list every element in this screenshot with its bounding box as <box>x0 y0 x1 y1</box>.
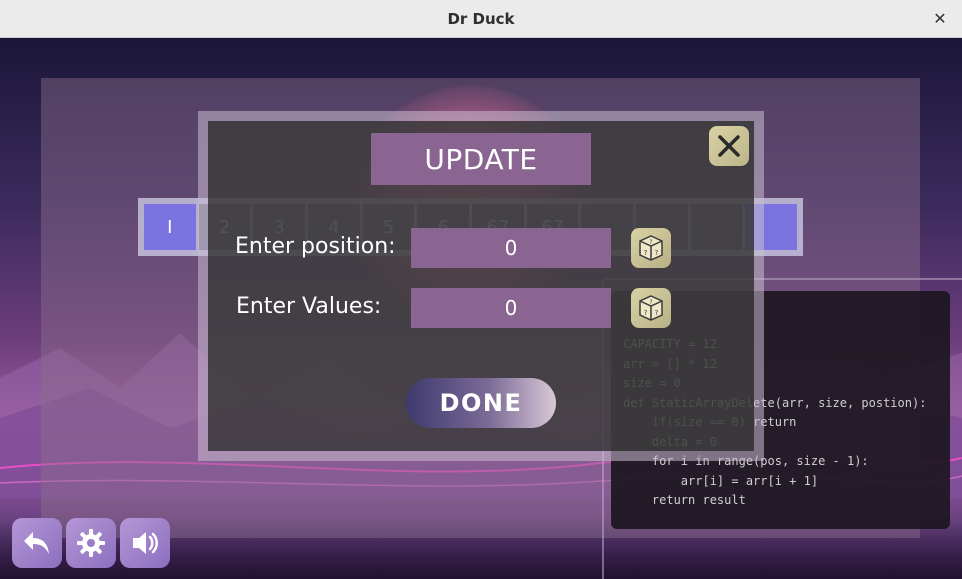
values-input[interactable]: 0 <box>411 288 611 328</box>
gear-icon <box>77 529 105 557</box>
sound-button[interactable] <box>120 518 170 568</box>
code-line: arr[i] = arr[i + 1] <box>623 473 819 488</box>
back-arrow-icon <box>24 532 49 554</box>
dialog-title: UPDATE <box>371 133 591 185</box>
dice-icon: ? ? ? <box>639 235 663 261</box>
code-line: return result <box>623 493 746 507</box>
array-cell[interactable]: I <box>144 204 196 250</box>
svg-text:?: ? <box>644 309 648 317</box>
dice-icon: ? ? ? <box>639 295 663 321</box>
position-input[interactable]: 0 <box>411 228 611 268</box>
window-close-button[interactable]: ✕ <box>930 9 950 29</box>
speaker-icon <box>133 532 158 554</box>
random-position-button[interactable]: ? ? ? <box>631 228 671 268</box>
values-label: Enter Values: <box>236 294 382 319</box>
back-button[interactable] <box>12 518 62 568</box>
window-title: Dr Duck <box>447 9 515 28</box>
random-values-button[interactable]: ? ? ? <box>631 288 671 328</box>
done-button[interactable]: DONE <box>406 378 556 428</box>
position-label: Enter position: <box>235 234 396 259</box>
svg-text:?: ? <box>649 239 652 246</box>
game-scene: I 2 3 4 5 6 67 67 CAPACITY = 12 arr = []… <box>0 38 962 579</box>
svg-text:?: ? <box>655 309 659 317</box>
settings-button[interactable] <box>66 518 116 568</box>
svg-text:?: ? <box>649 299 652 306</box>
dialog-close-button[interactable] <box>709 126 749 166</box>
svg-text:?: ? <box>655 249 659 257</box>
close-icon <box>718 135 740 157</box>
window-titlebar: Dr Duck ✕ <box>0 0 962 38</box>
svg-text:?: ? <box>644 249 648 257</box>
